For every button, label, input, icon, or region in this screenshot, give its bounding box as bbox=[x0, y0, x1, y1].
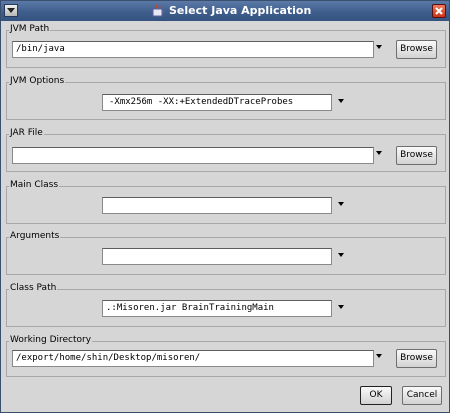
jvm-options-dropdown[interactable] bbox=[338, 99, 348, 109]
chevron-down-icon bbox=[338, 202, 344, 206]
arguments-dropdown[interactable] bbox=[338, 253, 348, 263]
working-directory-input[interactable]: /export/home/shin/Desktop/misoren/ bbox=[12, 350, 374, 367]
working-directory-label: Working Directory bbox=[9, 335, 93, 345]
chevron-down-icon bbox=[338, 99, 344, 103]
cancel-button[interactable]: Cancel bbox=[402, 386, 442, 405]
main-class-group: Main Class bbox=[6, 180, 446, 224]
ok-button[interactable]: OK bbox=[360, 386, 392, 405]
class-path-group: Class Path .:Misoren.jar BrainTrainingMa… bbox=[6, 283, 446, 327]
working-directory-browse-button[interactable]: Browse bbox=[396, 349, 437, 368]
jar-file-group: JAR File Browse bbox=[6, 128, 446, 172]
jvm-path-input[interactable]: /bin/java bbox=[12, 41, 374, 58]
working-directory-group: Working Directory /export/home/shin/Desk… bbox=[6, 335, 446, 377]
jar-file-input[interactable] bbox=[12, 147, 374, 164]
arguments-group: Arguments bbox=[6, 231, 446, 275]
chevron-down-icon bbox=[338, 305, 344, 309]
chevron-down-icon bbox=[376, 151, 382, 155]
java-icon bbox=[152, 4, 164, 17]
window-title: Select Java Application bbox=[169, 4, 312, 17]
jvm-path-label: JVM Path bbox=[9, 24, 51, 34]
close-button[interactable] bbox=[432, 4, 446, 18]
jvm-options-group: JVM Options -Xmx256m -XX:+ExtendedDTrace… bbox=[6, 76, 446, 120]
jar-file-label: JAR File bbox=[9, 128, 44, 138]
class-path-dropdown[interactable] bbox=[338, 305, 348, 315]
chevron-down-icon bbox=[7, 8, 15, 13]
main-class-label: Main Class bbox=[9, 180, 60, 190]
close-icon bbox=[435, 7, 443, 15]
working-directory-dropdown[interactable] bbox=[376, 354, 386, 364]
chevron-down-icon bbox=[376, 45, 382, 49]
jvm-options-input[interactable]: -Xmx256m -XX:+ExtendedDTraceProbes bbox=[102, 94, 332, 111]
main-class-input[interactable] bbox=[102, 197, 332, 214]
title-bar[interactable]: Select Java Application bbox=[1, 1, 449, 21]
jvm-path-dropdown[interactable] bbox=[376, 45, 386, 55]
arguments-input[interactable] bbox=[102, 248, 332, 265]
arguments-label: Arguments bbox=[9, 231, 61, 241]
chevron-down-icon bbox=[376, 354, 382, 358]
jvm-path-group: JVM Path /bin/java Browse bbox=[6, 24, 446, 68]
window-menu-button[interactable] bbox=[4, 4, 18, 17]
main-class-dropdown[interactable] bbox=[338, 202, 348, 212]
jar-file-dropdown[interactable] bbox=[376, 151, 386, 161]
jar-file-browse-button[interactable]: Browse bbox=[396, 146, 437, 165]
jvm-path-browse-button[interactable]: Browse bbox=[396, 40, 437, 59]
chevron-down-icon bbox=[338, 253, 344, 257]
jvm-options-label: JVM Options bbox=[9, 76, 66, 86]
select-java-application-dialog: Select Java Application JVM Path /bin/ja… bbox=[0, 0, 450, 413]
class-path-input[interactable]: .:Misoren.jar BrainTrainingMain bbox=[102, 300, 332, 317]
class-path-label: Class Path bbox=[9, 283, 58, 293]
